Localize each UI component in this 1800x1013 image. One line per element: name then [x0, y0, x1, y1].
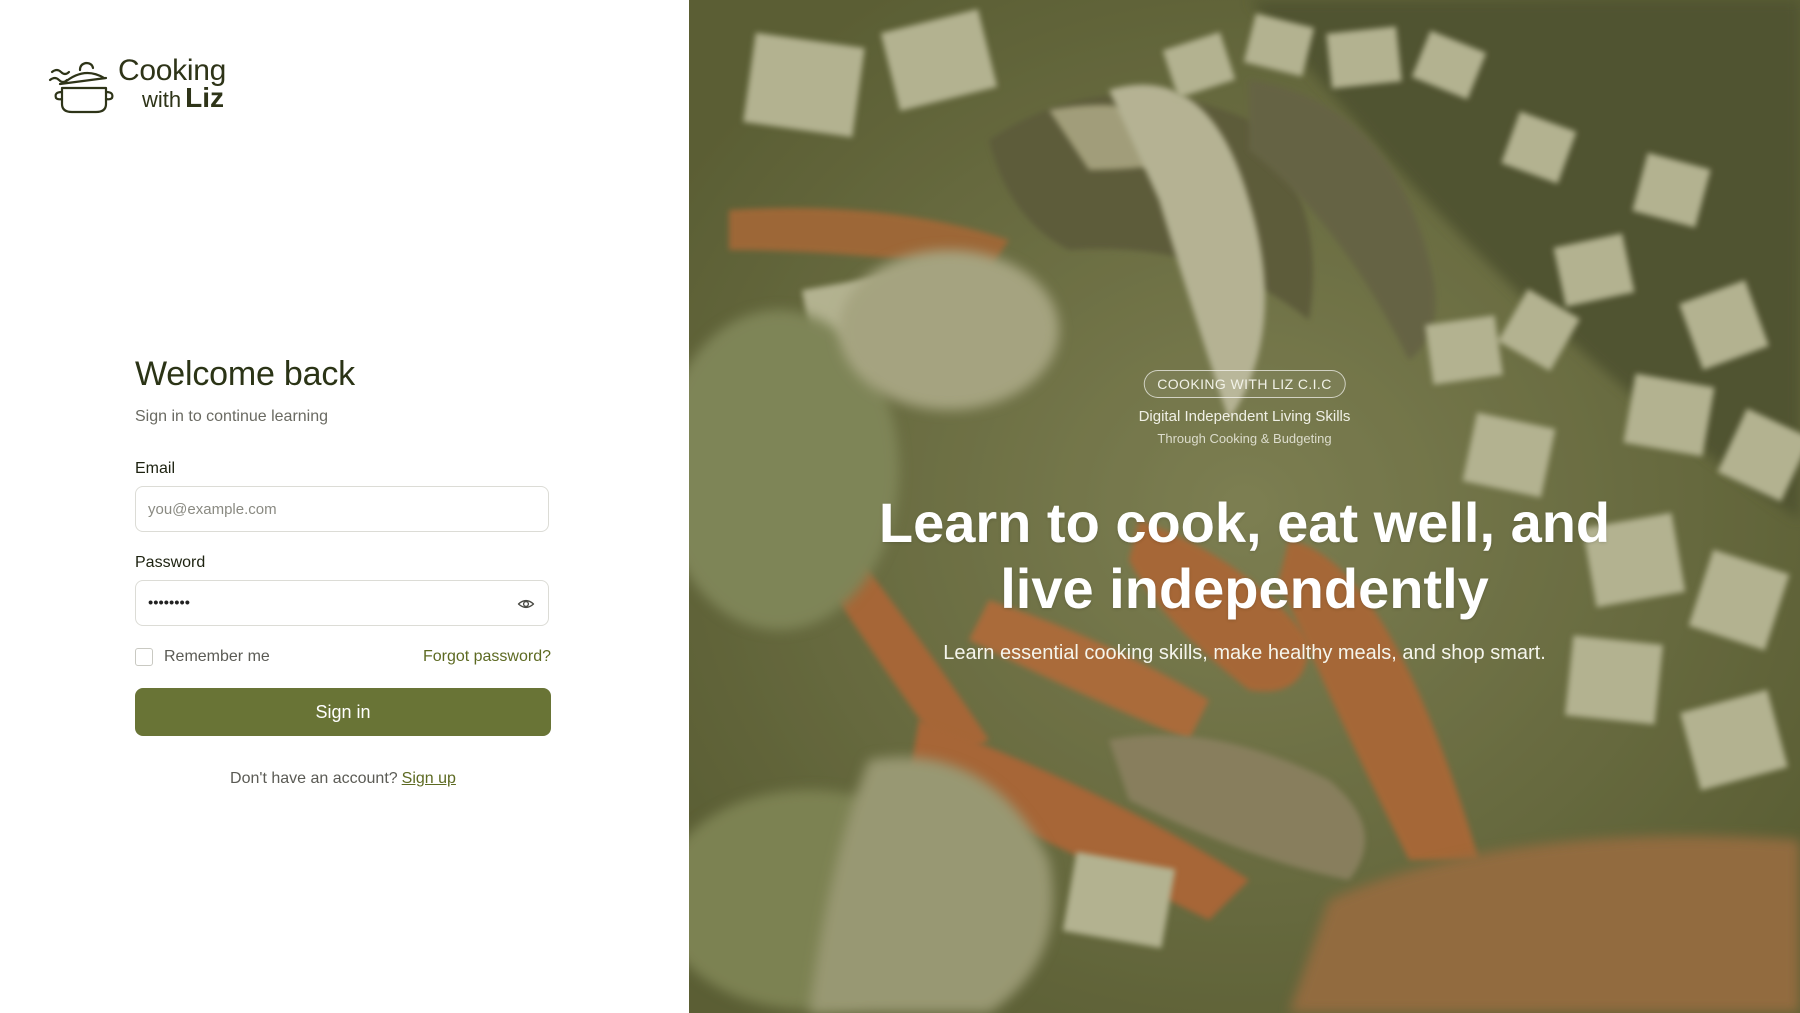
page-title: Welcome back [135, 355, 355, 393]
hero-panel: COOKING WITH LIZ C.I.C Digital Independe… [689, 0, 1800, 1013]
brand-line2: with Liz [142, 84, 226, 112]
brand-wordmark: Cooking with Liz [118, 56, 226, 112]
login-panel: Cooking with Liz Welcome back Sign in to … [0, 0, 689, 1013]
sign-in-button[interactable]: Sign in [135, 688, 551, 736]
brand-line2-prefix: with [142, 87, 182, 112]
remember-me-toggle[interactable]: Remember me [135, 648, 270, 666]
hero-subheadline: Learn essential cooking skills, make hea… [943, 642, 1546, 664]
brand-line2-name: Liz [185, 82, 225, 113]
remember-me-label: Remember me [164, 648, 270, 665]
eye-icon[interactable] [517, 595, 535, 613]
brand-logo[interactable]: Cooking with Liz [48, 54, 226, 114]
hero-headline-line2: live independently [1000, 557, 1489, 620]
page-subtitle: Sign in to continue learning [135, 408, 329, 425]
hero-headline: Learn to cook, eat well, and live indepe… [689, 490, 1800, 622]
hero-tagline: Digital Independent Living Skills [1138, 408, 1351, 425]
hero-content: COOKING WITH LIZ C.I.C Digital Independe… [689, 0, 1800, 1013]
hero-headline-line1: Learn to cook, eat well, and [878, 491, 1611, 554]
password-label: Password [135, 554, 206, 571]
signup-prompt-text: Don't have an account? [230, 770, 398, 787]
password-field-wrapper: •••••••• [135, 580, 549, 626]
hero-tagline-secondary: Through Cooking & Budgeting [1157, 431, 1332, 446]
login-options-row: Remember me Forgot password? [135, 648, 551, 666]
sign-up-link[interactable]: Sign up [402, 770, 456, 787]
forgot-password-link[interactable]: Forgot password? [423, 648, 551, 666]
signup-prompt-row: Don't have an account? Sign up [135, 770, 551, 788]
email-field[interactable] [136, 487, 548, 531]
login-form: Welcome back Sign in to continue learnin… [135, 355, 551, 788]
email-label: Email [135, 460, 176, 477]
password-field[interactable] [136, 581, 548, 625]
cooking-pot-icon [48, 61, 114, 114]
remember-me-checkbox[interactable] [135, 648, 153, 666]
email-field-wrapper [135, 486, 549, 532]
organization-badge: COOKING WITH LIZ C.I.C [1143, 370, 1346, 398]
